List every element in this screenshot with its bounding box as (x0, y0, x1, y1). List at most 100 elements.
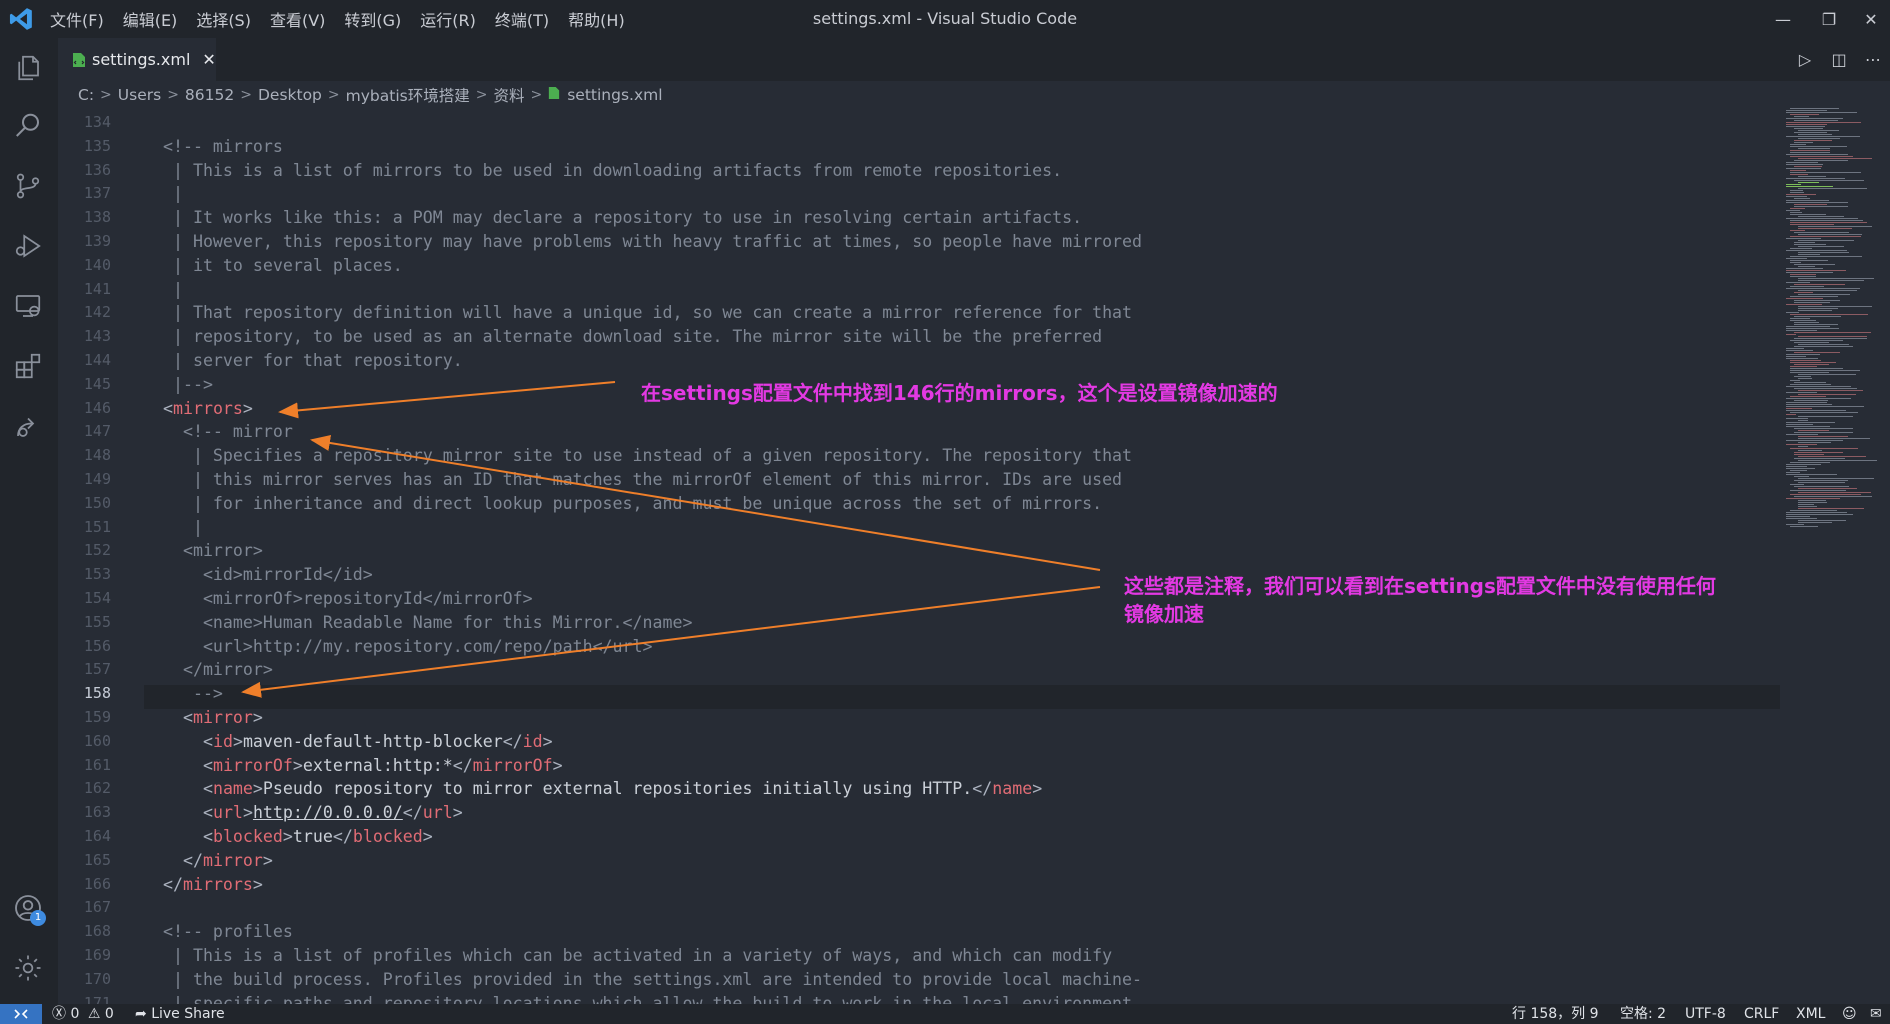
code-line: | it to several places. (143, 255, 403, 275)
breadcrumb: C: > Users >86152 > Desktop > mybatis环境搭建 > 资料 > se… (58, 81, 1890, 109)
line-ending[interactable]: CRLF (1744, 1004, 1779, 1024)
minimap-line (1790, 256, 1862, 257)
code-line: | This is a list of mirrors to be used i… (143, 160, 1063, 180)
menu-item-6[interactable]: 终端(T) (495, 7, 549, 31)
minimap-line (1790, 366, 1817, 367)
breadcrumb-item[interactable]: Desktop (258, 86, 322, 104)
notifications-icon[interactable]: ✉ (1870, 1004, 1882, 1024)
line-number: 155 (83, 612, 111, 631)
minimap-line (1786, 298, 1823, 299)
minimize-button[interactable]: — (1760, 0, 1806, 38)
language-mode[interactable]: XML (1796, 1004, 1825, 1024)
minimap-line (1786, 440, 1843, 441)
minimap-line (1790, 484, 1804, 485)
minimap-line (1790, 236, 1861, 237)
minimap-line (1786, 386, 1851, 387)
live-share-icon[interactable] (8, 406, 48, 446)
minimap-line (1798, 228, 1852, 229)
activity-bar: 1 (0, 38, 58, 1004)
run-icon[interactable]: ▷ (1788, 50, 1822, 69)
minimap-line (1786, 410, 1846, 411)
tab-close-icon[interactable]: ✕ (202, 50, 215, 69)
more-actions-icon[interactable]: ⋯ (1856, 50, 1890, 69)
close-window-button[interactable]: ✕ (1852, 0, 1890, 38)
minimap-line (1790, 230, 1805, 231)
line-number: 157 (83, 660, 111, 679)
settings-gear-icon[interactable] (8, 948, 48, 988)
menu-item-4[interactable]: 转到(G) (344, 7, 401, 31)
minimap-line (1790, 360, 1821, 361)
line-number: 146 (83, 398, 111, 417)
menu-item-1[interactable]: 编辑(E) (123, 7, 178, 31)
line-number: 162 (83, 779, 111, 798)
code-line: <url>http://my.repository.com/repo/path<… (143, 636, 653, 656)
minimap-line (1794, 342, 1829, 343)
minimap-line (1790, 526, 1818, 527)
code-line: | However, this repository may have prob… (143, 232, 1143, 251)
minimap-line (1798, 446, 1808, 447)
split-editor-icon[interactable]: ◫ (1822, 50, 1856, 69)
minimap-line (1790, 372, 1829, 373)
breadcrumb-item[interactable]: 86152 (185, 86, 234, 104)
line-number: 166 (83, 874, 111, 893)
line-number: 136 (83, 160, 111, 179)
minimap-line (1798, 234, 1862, 235)
source-control-icon[interactable] (8, 166, 48, 206)
breadcrumb-item[interactable]: settings.xml (567, 86, 662, 104)
minimap-line (1798, 158, 1872, 159)
current-line-highlight (144, 685, 1780, 709)
menu-item-2[interactable]: 选择(S) (196, 7, 251, 31)
minimap-line (1786, 516, 1810, 517)
minimap-line (1790, 146, 1847, 147)
minimap-line (1786, 258, 1807, 259)
code-line: <mirrors> (162, 398, 253, 418)
minimap-line (1798, 290, 1857, 291)
breadcrumb-item[interactable]: 资料 (493, 84, 524, 106)
menu-item-5[interactable]: 运行(R) (420, 7, 476, 31)
minimap-line (1798, 188, 1867, 189)
line-number: 145 (83, 374, 111, 393)
live-share-button[interactable]: ➦ Live Share (135, 1004, 225, 1024)
cursor-position[interactable]: 行 158，列 9 (1512, 1004, 1599, 1024)
code-line: | This is a list of profiles which can b… (143, 946, 1113, 965)
run-debug-icon[interactable] (8, 226, 48, 266)
extensions-icon[interactable] (8, 346, 48, 386)
minimap-line (1794, 388, 1857, 389)
arrow-to-mirrors (278, 381, 616, 419)
accounts-icon[interactable]: 1 (8, 888, 48, 928)
encoding[interactable]: UTF-8 (1685, 1004, 1726, 1024)
menu-item-0[interactable]: 文件(F) (50, 7, 104, 31)
minimap-line (1794, 206, 1848, 207)
search-icon[interactable] (8, 106, 48, 146)
remote-explorer-icon[interactable] (8, 286, 48, 326)
remote-indicator[interactable] (0, 1004, 42, 1024)
code-line: <id>mirrorId</id> (143, 565, 373, 585)
breadcrumb-item[interactable]: mybatis环境搭建 (346, 84, 470, 106)
restore-button[interactable]: ❐ (1806, 0, 1852, 38)
indentation[interactable]: 空格: 2 (1620, 1004, 1666, 1024)
minimap-line (1794, 180, 1864, 181)
minimap-line (1790, 318, 1810, 319)
minimap-line (1786, 282, 1810, 283)
problems-indicator[interactable]: Ⓧ 0 ⚠ 0 (52, 1004, 114, 1024)
tab-settings-xml[interactable]: settings.xml ✕ (58, 38, 216, 81)
breadcrumb-item[interactable]: C: (78, 86, 94, 104)
tab-bar: settings.xml ✕ ▷ ◫ ⋯ (58, 38, 1890, 81)
code-line: <!-- mirrors (143, 136, 283, 156)
error-count: 0 (70, 1006, 80, 1022)
line-number: 144 (83, 351, 111, 369)
line-number: 137 (83, 184, 111, 203)
breadcrumb-item[interactable]: Users (118, 86, 161, 104)
feedback-icon[interactable]: ☺ (1842, 1004, 1857, 1024)
menu-item-7[interactable]: 帮助(H) (568, 7, 625, 31)
minimap-line (1786, 200, 1829, 201)
explorer-icon[interactable] (8, 48, 48, 88)
title-bar: 文件(F) 编辑(E) 选择(S) 查看(V) 转到(G) 运行(R) 终端(T) 帮助(H)… (0, 0, 1890, 38)
menu-item-3[interactable]: 查看(V) (270, 7, 325, 31)
minimap-line (1786, 218, 1858, 219)
minimap-line (1786, 154, 1848, 155)
minimap-line (1794, 346, 1853, 347)
minimap-line (1798, 504, 1814, 505)
minimap[interactable] (1784, 108, 1890, 1004)
minimap-line (1790, 448, 1858, 449)
